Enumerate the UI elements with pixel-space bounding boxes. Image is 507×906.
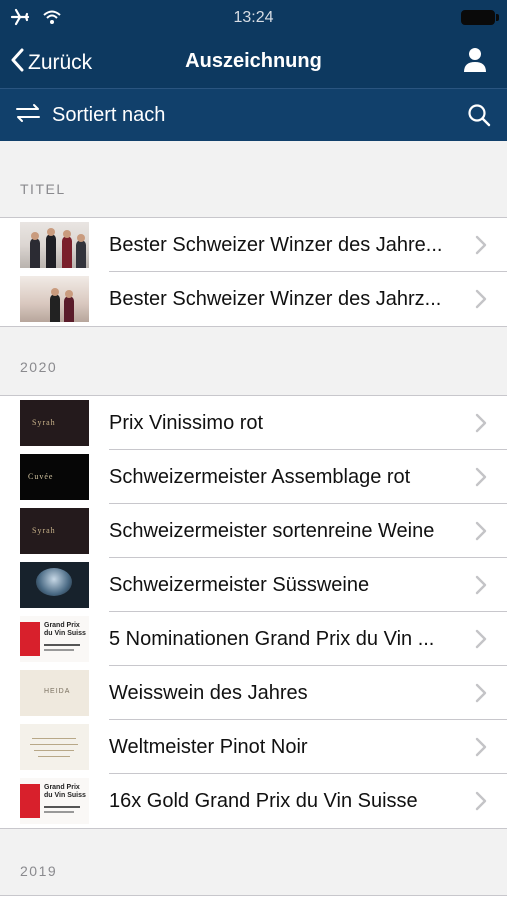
list-item[interactable]: HEIDA Weisswein des Jahres [0, 666, 507, 720]
chevron-right-icon [475, 289, 487, 314]
thumb-label-text: Grand Prix du Vin Suiss [44, 622, 86, 637]
chevron-right-icon [475, 683, 487, 708]
item-title: Bester Schweizer Winzer des Jahrz... [109, 288, 442, 310]
thumb-label-text: Syrah [32, 418, 56, 427]
list-item[interactable]: Cuvée Schweizermeister Assemblage rot [0, 450, 507, 504]
chevron-right-icon [475, 235, 487, 260]
back-label: Zurück [28, 50, 93, 74]
ice-bottle-thumbnail [20, 562, 89, 608]
sort-arrows-icon [14, 103, 42, 128]
wine-label-thumbnail: Syrah [20, 508, 89, 554]
sort-button[interactable]: Sortiert nach [14, 103, 165, 128]
section-titel-rows: Bester Schweizer Winzer des Jahre... Bes… [0, 217, 507, 327]
item-title: 5 Nominationen Grand Prix du Vin ... [109, 628, 435, 650]
thumb-label-text: HEIDA [44, 688, 71, 695]
user-icon [463, 48, 487, 77]
item-title: 16x Gold Grand Prix du Vin Suisse [109, 790, 418, 812]
grand-prix-logo-thumbnail: Grand Prix du Vin Suiss [20, 616, 89, 662]
item-title: Schweizermeister Süssweine [109, 574, 370, 596]
item-title: Schweizermeister Assemblage rot [109, 466, 411, 488]
item-title: Schweizermeister sortenreine Weine [109, 520, 435, 542]
list-item[interactable]: Bester Schweizer Winzer des Jahrz... [0, 272, 507, 326]
section-header-2019: 2019 [20, 863, 58, 879]
wine-label-thumbnail: Cuvée [20, 454, 89, 500]
chevron-left-icon [10, 48, 24, 77]
chevron-right-icon [475, 791, 487, 816]
nav-bar: Zurück Auszeichnung [0, 36, 507, 88]
list-item[interactable]: Grand Prix du Vin Suiss 5 Nominationen G… [0, 612, 507, 666]
list-item[interactable]: Grand Prix du Vin Suiss 16x Gold Grand P… [0, 774, 507, 828]
item-title: Prix Vinissimo rot [109, 412, 264, 434]
list-item[interactable]: Weltmeister Pinot Noir [0, 720, 507, 774]
chevron-right-icon [475, 575, 487, 600]
chevron-right-icon [475, 413, 487, 438]
section-2019-rows [0, 895, 507, 906]
grand-prix-logo-thumbnail: Grand Prix du Vin Suiss [20, 778, 89, 824]
thumb-label-text: Grand Prix du Vin Suiss [44, 784, 86, 799]
search-button[interactable] [467, 103, 491, 132]
chevron-right-icon [475, 629, 487, 654]
thumb-label-text: Syrah [32, 526, 56, 535]
status-time: 13:24 [233, 9, 274, 26]
chevron-right-icon [475, 467, 487, 492]
back-button[interactable]: Zurück [10, 48, 92, 77]
sort-bar: Sortiert nach [0, 88, 507, 142]
award-photo-thumbnail [20, 276, 89, 322]
thumb-label-text: Cuvée [28, 472, 54, 481]
list-item[interactable]: Bester Schweizer Winzer des Jahre... [0, 218, 507, 272]
chevron-right-icon [475, 737, 487, 762]
section-2020-rows: Syrah Prix Vinissimo rot Cuvée Schweizer… [0, 395, 507, 829]
chevron-right-icon [475, 521, 487, 546]
list-item[interactable]: Syrah Schweizermeister sortenreine Weine [0, 504, 507, 558]
status-bar: 13:24 [0, 0, 507, 36]
item-title: Bester Schweizer Winzer des Jahre... [109, 234, 443, 256]
list-item[interactable]: Syrah Prix Vinissimo rot [0, 396, 507, 450]
section-header-2020: 2020 [20, 359, 58, 375]
award-photo-thumbnail [20, 222, 89, 268]
search-icon [467, 104, 491, 131]
battery-icon [461, 10, 499, 25]
awards-list: TITEL Bester Schweizer Winzer des Jahre.… [0, 141, 507, 906]
wine-label-thumbnail: HEIDA [20, 670, 89, 716]
item-title: Weisswein des Jahres [109, 682, 308, 704]
item-title: Weltmeister Pinot Noir [109, 736, 308, 758]
section-header-titel: TITEL [20, 181, 66, 197]
sort-label: Sortiert nach [52, 104, 166, 126]
wine-label-thumbnail: Syrah [20, 400, 89, 446]
profile-button[interactable] [463, 47, 487, 78]
list-item[interactable]: Schweizermeister Süssweine [0, 558, 507, 612]
certificate-thumbnail [20, 724, 89, 770]
